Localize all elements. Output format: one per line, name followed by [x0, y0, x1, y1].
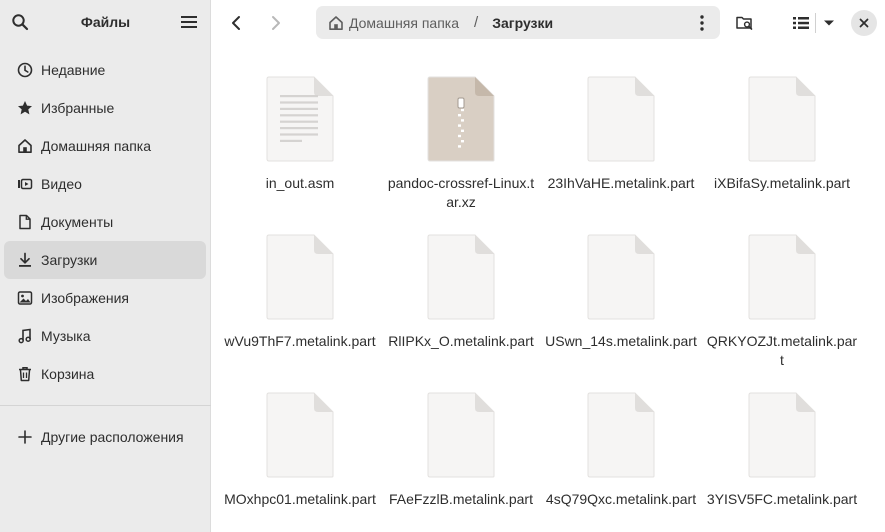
file-item[interactable]: 3YISV5FC.metalink.part	[702, 392, 862, 509]
path-home-label: Домашняя папка	[349, 14, 460, 31]
file-grid: in_out.asm pandoc-crossref-Linux.tar.xz 23…	[212, 46, 885, 532]
forward-button[interactable]	[262, 9, 290, 37]
sidebar-item-label: Документы	[41, 214, 114, 230]
list-view-icon	[793, 17, 809, 29]
home-icon	[16, 137, 34, 155]
search-folder-button[interactable]	[731, 9, 759, 37]
document-icon	[16, 213, 34, 231]
generic-file-icon	[748, 392, 816, 478]
view-button-divider	[815, 13, 816, 33]
sidebar-item-label: Домашняя папка	[41, 138, 152, 154]
file-name: FAeFzzlB.metalink.part	[389, 491, 533, 507]
file-name: RlIPKx_O.metalink.part	[388, 333, 534, 349]
file-name: QRKYOZJt.metalink.part	[706, 333, 858, 368]
vertical-dots-icon	[700, 15, 704, 31]
sidebar-item-label: Загрузки	[41, 252, 98, 268]
text-file-icon	[266, 76, 334, 162]
sidebar-item-starred[interactable]: Избранные	[4, 89, 206, 127]
sidebar-item-pictures[interactable]: Изображения	[4, 279, 206, 317]
sidebar-item-label: Музыка	[41, 328, 91, 344]
main-menu-button[interactable]	[175, 8, 203, 36]
close-window-button[interactable]	[851, 10, 877, 36]
header-bar: Домашняя папка / Загрузки	[212, 0, 885, 46]
generic-file-icon	[427, 392, 495, 478]
file-name: pandoc-crossref-Linux.tar.xz	[387, 175, 535, 210]
file-item[interactable]: QRKYOZJt.metalink.part	[702, 234, 862, 370]
view-options-button[interactable]	[819, 9, 839, 37]
sidebar-item-label: Видео	[41, 176, 82, 192]
sidebar-item-label: Изображения	[41, 290, 129, 306]
view-list-button[interactable]	[790, 9, 812, 37]
image-icon	[16, 289, 34, 307]
sidebar-item-documents[interactable]: Документы	[4, 203, 206, 241]
file-item[interactable]: RlIPKx_O.metalink.part	[381, 234, 541, 351]
sidebar-item-label: Недавние	[41, 62, 106, 78]
path-current-folder[interactable]: Загрузки	[492, 15, 553, 31]
generic-file-icon	[266, 392, 334, 478]
generic-file-icon	[266, 234, 334, 320]
generic-file-icon	[587, 234, 655, 320]
file-item[interactable]: wVu9ThF7.metalink.part	[220, 234, 380, 351]
file-item[interactable]: 23IhVaHE.metalink.part	[541, 76, 701, 193]
file-name: USwn_14s.metalink.part	[545, 333, 697, 349]
path-menu-button[interactable]	[694, 14, 710, 32]
file-item[interactable]: iXBifaSy.metalink.part	[702, 76, 862, 193]
generic-file-icon	[748, 76, 816, 162]
sidebar-item-videos[interactable]: Видео	[4, 165, 206, 203]
archive-file-icon	[427, 76, 495, 162]
sidebar-item-home[interactable]: Домашняя папка	[4, 127, 206, 165]
sidebar-item-music[interactable]: Музыка	[4, 317, 206, 355]
chevron-down-icon	[824, 20, 834, 26]
chevron-left-icon	[232, 16, 240, 30]
generic-file-icon	[587, 392, 655, 478]
star-icon	[16, 99, 34, 117]
file-item[interactable]: 4sQ79Qxc.metalink.part	[541, 392, 701, 509]
file-item[interactable]: FAeFzzlB.metalink.part	[381, 392, 541, 509]
file-name: wVu9ThF7.metalink.part	[224, 333, 376, 349]
clock-icon	[16, 61, 34, 79]
hamburger-icon	[181, 16, 197, 28]
sidebar-item-label: Другие расположения	[41, 429, 184, 445]
file-item[interactable]: in_out.asm	[220, 76, 380, 193]
chevron-right-icon	[272, 16, 280, 30]
sidebar-header: Файлы	[0, 0, 211, 46]
file-name: MOxhpc01.metalink.part	[224, 491, 376, 507]
file-item[interactable]: pandoc-crossref-Linux.tar.xz	[381, 76, 541, 212]
generic-file-icon	[427, 234, 495, 320]
sidebar-item-downloads[interactable]: Загрузки	[4, 241, 206, 279]
home-icon	[329, 15, 343, 30]
path-separator: /	[474, 14, 479, 31]
music-icon	[16, 327, 34, 345]
file-name: 23IhVaHE.metalink.part	[547, 175, 695, 191]
video-icon	[16, 175, 34, 193]
path-bar: Домашняя папка / Загрузки	[316, 6, 720, 39]
generic-file-icon	[748, 234, 816, 320]
sidebar-item-label: Корзина	[41, 366, 95, 382]
back-button[interactable]	[222, 9, 250, 37]
sidebar: Файлы Недавние Избранные Домашняя папка …	[0, 0, 211, 532]
path-home-button[interactable]: Домашняя папка	[328, 15, 459, 31]
sidebar-separator	[0, 405, 211, 406]
file-item[interactable]: USwn_14s.metalink.part	[541, 234, 701, 351]
download-icon	[16, 251, 34, 269]
sidebar-item-other-locations[interactable]: Другие расположения	[4, 418, 206, 456]
file-name: iXBifaSy.metalink.part	[714, 175, 850, 191]
trash-icon	[16, 365, 34, 383]
file-name: 4sQ79Qxc.metalink.part	[545, 491, 697, 507]
places-list: Недавние Избранные Домашняя папка Видео …	[0, 51, 211, 456]
file-item[interactable]: MOxhpc01.metalink.part	[220, 392, 380, 509]
close-icon	[859, 18, 869, 28]
file-name: 3YISV5FC.metalink.part	[706, 491, 858, 507]
folder-search-icon	[736, 16, 753, 30]
sidebar-item-label: Избранные	[41, 100, 115, 116]
generic-file-icon	[587, 76, 655, 162]
sidebar-item-recent[interactable]: Недавние	[4, 51, 206, 89]
sidebar-item-trash[interactable]: Корзина	[4, 355, 206, 393]
file-name: in_out.asm	[265, 175, 335, 191]
plus-icon	[16, 428, 34, 446]
